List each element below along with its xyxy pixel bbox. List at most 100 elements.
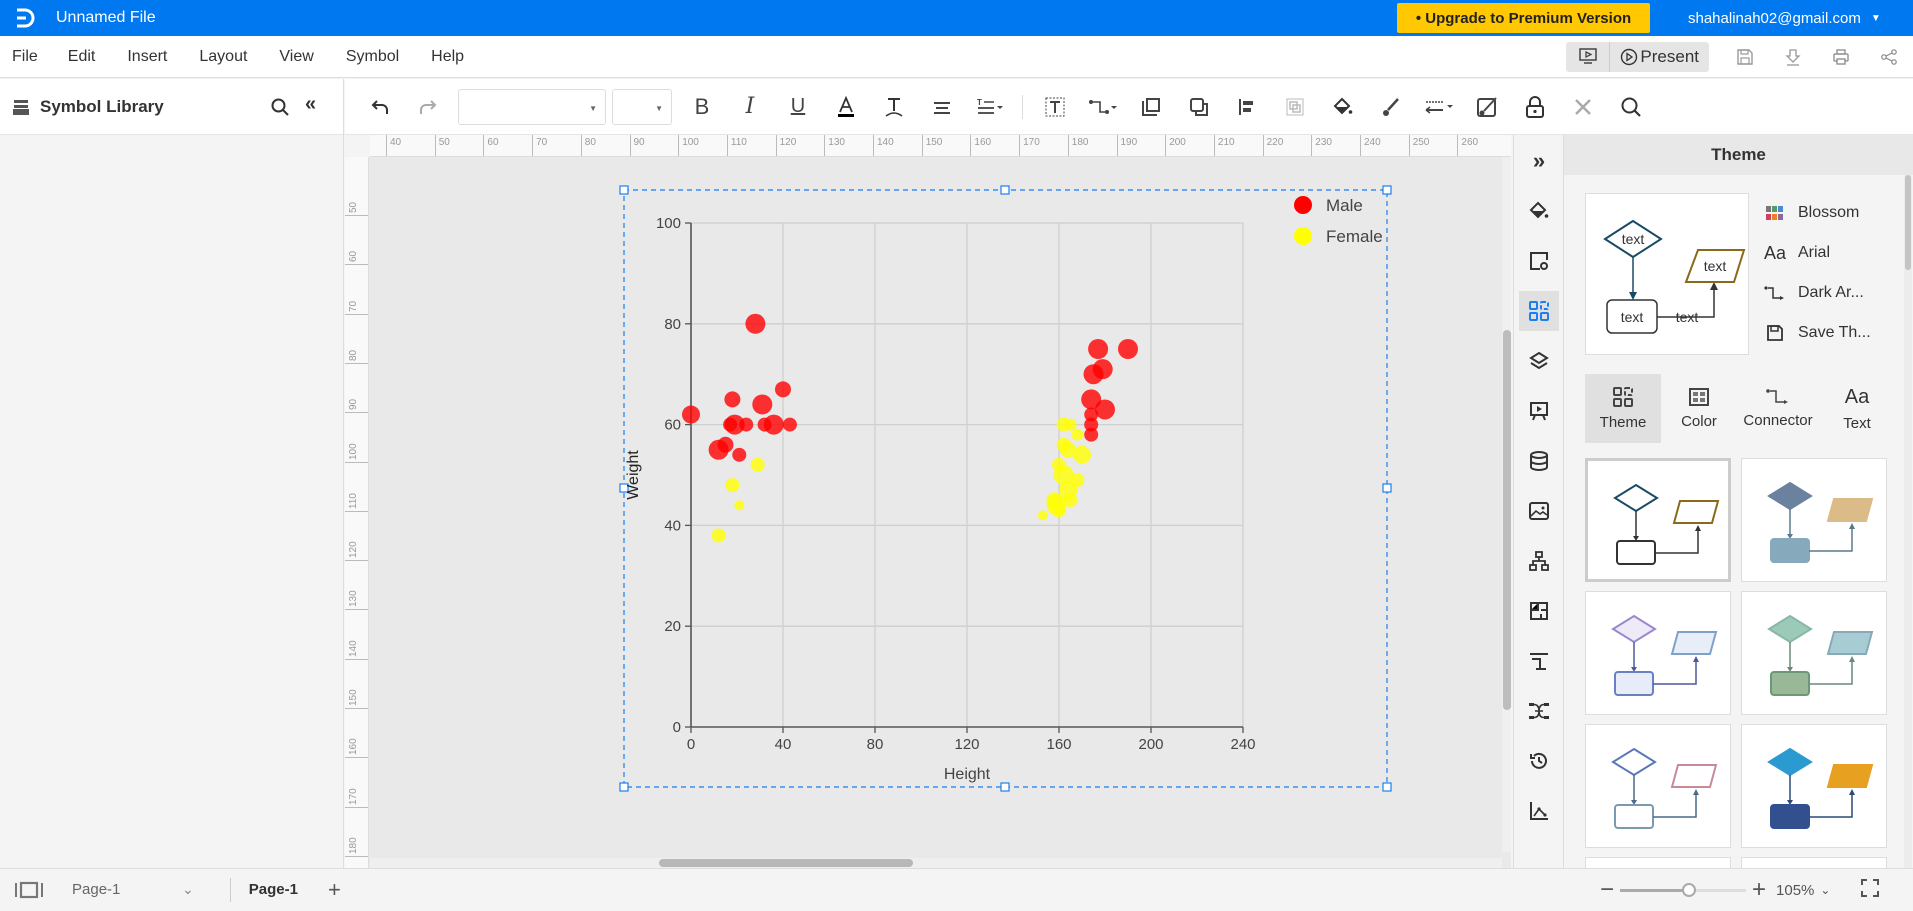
- legend-label: Female: [1326, 227, 1383, 246]
- italic-button[interactable]: I: [726, 87, 774, 127]
- timeline-icon: [1530, 653, 1548, 670]
- fill-button[interactable]: [1319, 87, 1367, 127]
- sidebar-mind-map[interactable]: [1519, 691, 1559, 731]
- tab-theme[interactable]: Theme: [1585, 374, 1661, 443]
- share-button[interactable]: [1865, 42, 1913, 72]
- align-button[interactable]: [918, 87, 966, 127]
- sidebar-history[interactable]: [1519, 741, 1559, 781]
- theme-option-connector[interactable]: Dark Ar...: [1764, 273, 1871, 313]
- menu-view[interactable]: View: [259, 48, 325, 66]
- text-style-button[interactable]: [870, 87, 918, 127]
- underline-button[interactable]: U: [774, 87, 822, 127]
- resize-handle[interactable]: [1000, 782, 1010, 792]
- lock-button[interactable]: [1511, 87, 1559, 127]
- theme-card[interactable]: [1585, 591, 1731, 715]
- line-spacing-button[interactable]: T: [966, 87, 1014, 127]
- theme-card[interactable]: [1741, 724, 1887, 848]
- theme-card[interactable]: [1585, 458, 1731, 582]
- menu-help[interactable]: Help: [411, 48, 476, 66]
- bold-button[interactable]: B: [678, 87, 726, 127]
- redo-button[interactable]: [404, 87, 452, 127]
- present-button[interactable]: Present: [1610, 47, 1709, 67]
- sidebar-layers[interactable]: [1519, 341, 1559, 381]
- page-tab-active[interactable]: Page-1: [249, 881, 298, 898]
- ruler-tick: [345, 510, 368, 512]
- sidebar-floor-plan[interactable]: [1519, 591, 1559, 631]
- font-size-select[interactable]: ▼: [612, 88, 672, 125]
- theme-card[interactable]: [1741, 458, 1887, 582]
- bring-front-button[interactable]: [1127, 87, 1175, 127]
- resize-handle[interactable]: [1382, 185, 1392, 195]
- send-back-button[interactable]: [1175, 87, 1223, 127]
- upgrade-premium-button[interactable]: • Upgrade to Premium Version: [1397, 3, 1650, 33]
- tab-color[interactable]: Color: [1661, 374, 1737, 443]
- resize-handle[interactable]: [1382, 782, 1392, 792]
- tab-connector[interactable]: Connector: [1737, 374, 1819, 443]
- sidebar-presentation[interactable]: [1519, 391, 1559, 431]
- zoom-level[interactable]: 105%: [1776, 882, 1814, 899]
- palette-icon: [1764, 205, 1786, 221]
- theme-option-save[interactable]: Save Th...: [1764, 313, 1871, 353]
- connector-button[interactable]: [1079, 87, 1127, 127]
- y-axis-label: Weight: [625, 450, 642, 500]
- print-button[interactable]: [1817, 42, 1865, 72]
- page-select[interactable]: Page-1: [72, 881, 182, 898]
- resize-handle[interactable]: [1000, 185, 1010, 195]
- font-family-select[interactable]: ▼: [458, 88, 606, 125]
- edit-shape-button[interactable]: [1463, 87, 1511, 127]
- horizontal-scrollbar[interactable]: [659, 859, 913, 867]
- sidebar-image[interactable]: [1519, 491, 1559, 531]
- sidebar-fill[interactable]: [1519, 191, 1559, 231]
- presentation-mode-button[interactable]: [1566, 42, 1611, 72]
- menu-insert[interactable]: Insert: [107, 48, 179, 66]
- add-page-button[interactable]: +: [328, 877, 341, 903]
- sidebar-timeline[interactable]: [1519, 641, 1559, 681]
- theme-card[interactable]: [1585, 724, 1731, 848]
- fullscreen-button[interactable]: [1860, 878, 1880, 903]
- line-style-button[interactable]: [1415, 87, 1463, 127]
- save-button[interactable]: [1721, 42, 1769, 72]
- tools-button[interactable]: [1559, 87, 1607, 127]
- expand-panel-button[interactable]: »: [1519, 141, 1559, 181]
- group-button[interactable]: [1271, 87, 1319, 127]
- undo-button[interactable]: [356, 87, 404, 127]
- text-box-button[interactable]: [1031, 87, 1079, 127]
- ruler-tick: 120: [775, 135, 796, 156]
- sidebar-chart[interactable]: [1519, 791, 1559, 831]
- search-symbols-button[interactable]: [270, 97, 290, 122]
- resize-handle[interactable]: [1382, 483, 1392, 493]
- document-title[interactable]: Unnamed File: [56, 9, 156, 27]
- app-logo-icon[interactable]: [10, 3, 40, 33]
- sidebar-page-settings[interactable]: [1519, 241, 1559, 281]
- sidebar-theme[interactable]: [1519, 291, 1559, 331]
- sidebar-org-chart[interactable]: [1519, 541, 1559, 581]
- align-objects-button[interactable]: [1223, 87, 1271, 127]
- menu-layout[interactable]: Layout: [179, 48, 259, 66]
- chevron-down-icon[interactable]: ⌄: [1820, 883, 1830, 897]
- theme-card[interactable]: [1741, 591, 1887, 715]
- theme-option-font[interactable]: Aa Arial: [1764, 233, 1871, 273]
- zoom-out-button[interactable]: −: [1600, 876, 1614, 904]
- find-button[interactable]: [1607, 87, 1655, 127]
- menu-file[interactable]: File: [0, 48, 50, 66]
- zoom-slider[interactable]: [1620, 882, 1747, 897]
- resize-handle[interactable]: [619, 185, 629, 195]
- tab-text[interactable]: Aa Text: [1819, 374, 1895, 443]
- theme-option-color-scheme[interactable]: Blossom: [1764, 193, 1871, 233]
- chevron-down-icon[interactable]: ⌄: [182, 881, 194, 898]
- collapse-left-panel-icon[interactable]: «: [305, 93, 316, 116]
- page-view-toggle[interactable]: [14, 881, 44, 904]
- menu-edit[interactable]: Edit: [50, 48, 108, 66]
- account-menu[interactable]: shahalinah02@gmail.com ▼: [1688, 0, 1881, 36]
- menu-symbol[interactable]: Symbol: [326, 48, 411, 66]
- scatter-chart[interactable]: 0 20 40 60 80 100 0 40 80 120 160 200 240 Male Female…: [600, 170, 1420, 810]
- resize-handle[interactable]: [619, 782, 629, 792]
- vertical-scrollbar[interactable]: [1503, 330, 1511, 710]
- zoom-slider-handle[interactable]: [1682, 882, 1697, 897]
- line-color-button[interactable]: [1367, 87, 1415, 127]
- panel-scrollbar[interactable]: [1905, 175, 1911, 270]
- sidebar-data[interactable]: [1519, 441, 1559, 481]
- zoom-in-button[interactable]: +: [1752, 876, 1766, 904]
- font-color-button[interactable]: [822, 87, 870, 127]
- download-button[interactable]: [1769, 42, 1817, 72]
